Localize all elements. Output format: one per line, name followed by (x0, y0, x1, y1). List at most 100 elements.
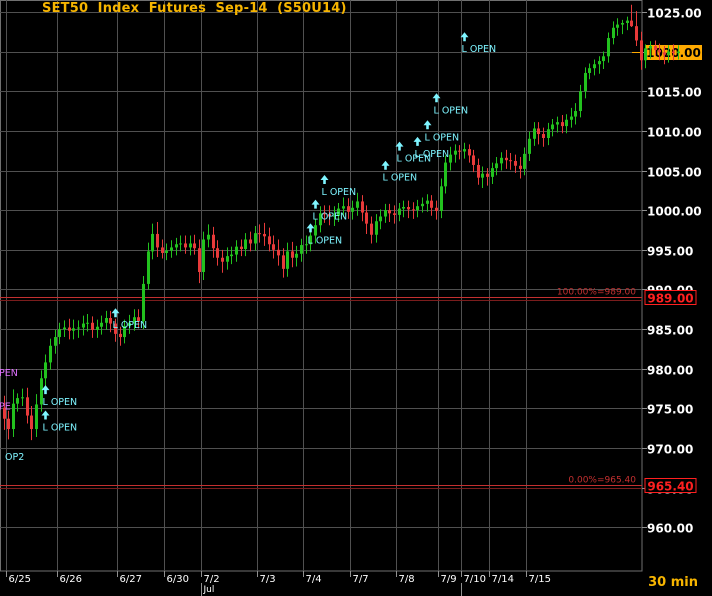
candle-body (193, 243, 196, 249)
long-entry-arrow-icon (306, 223, 315, 233)
candle-body (677, 51, 680, 54)
candle-body (202, 239, 205, 273)
candle-body (579, 91, 582, 112)
candle-body (272, 244, 275, 250)
y-tick-label: 960.00 (647, 522, 693, 536)
candle-body (593, 64, 596, 69)
candle-body (565, 119, 568, 127)
signal-label: L OPEN (313, 212, 348, 223)
candle-body (449, 154, 452, 163)
candle-body (254, 233, 257, 244)
candle-body (249, 239, 252, 244)
candle-body (244, 239, 247, 250)
candle-body (588, 68, 591, 73)
x-tick-label: 7/4 (306, 574, 322, 585)
candle-body (542, 134, 545, 138)
candle-body (156, 233, 159, 248)
candle-body (551, 124, 554, 130)
candle-body (72, 328, 75, 331)
long-entry-arrow-icon (432, 93, 441, 103)
candle-body (314, 225, 317, 236)
y-tick-label: 975.00 (647, 403, 693, 417)
candle-body (570, 116, 573, 120)
long-entry-arrow-icon (41, 410, 50, 420)
timeframe-label[interactable]: 30 min (648, 575, 698, 590)
candle-body (26, 397, 29, 416)
x-tick-label: 7/7 (353, 574, 369, 585)
candle-body (514, 160, 517, 166)
candle-body (472, 155, 475, 165)
fib-level-label: 0.00%=965.40 (568, 476, 636, 486)
candle-body (365, 212, 368, 224)
candle-body (426, 200, 429, 204)
candle-body (435, 207, 438, 211)
candle-body (12, 403, 15, 430)
candle-body (295, 253, 298, 258)
left-edge-label: OP2 (5, 452, 24, 463)
x-tick-label: 7/15 (529, 574, 551, 585)
left-edge-label: PE (0, 401, 11, 412)
candle-body (393, 213, 396, 215)
candle-body (481, 173, 484, 178)
candle-body (16, 398, 19, 404)
x-tick-label: 6/30 (167, 574, 189, 585)
candle-body (54, 337, 57, 346)
candle-body (658, 49, 661, 53)
candle-body (165, 250, 168, 253)
candle-body (119, 333, 122, 338)
candle-body (175, 244, 178, 248)
chart-title: SET50 Index Futures Sep-14 (S50U14) (42, 1, 347, 16)
x-tick-label: 7/3 (260, 574, 276, 585)
x-tick-label: 6/27 (120, 574, 142, 585)
x-tick-label: 7/8 (399, 574, 415, 585)
candle-body (519, 165, 522, 169)
candle-body (440, 186, 443, 211)
candle-body (468, 149, 471, 156)
candle-body (161, 247, 164, 253)
candle-body (561, 122, 564, 127)
long-entry-arrow-icon (320, 174, 329, 184)
candle-body (523, 153, 526, 169)
candle-body (105, 318, 108, 323)
y-tick-label: 995.00 (647, 245, 693, 259)
candle-body (226, 256, 229, 262)
candle-body (91, 322, 94, 330)
candle-body (142, 283, 145, 322)
candle-body (384, 210, 387, 217)
candle-body (207, 234, 210, 240)
candle-body (151, 233, 154, 252)
signal-label: L OPEN (415, 149, 450, 160)
candle-body (300, 245, 303, 254)
candle-body (421, 203, 424, 207)
candle-body (49, 345, 52, 363)
candle-body (388, 210, 391, 214)
candle-body (547, 129, 550, 138)
signal-label: L OPEN (322, 187, 357, 198)
y-tick-label: 1000.00 (647, 205, 702, 219)
candle-body (230, 254, 233, 257)
candle-body (342, 206, 345, 209)
y-tick-label: 1025.00 (647, 7, 702, 21)
candle-body (495, 163, 498, 169)
candle-body (574, 111, 577, 117)
candle-body (263, 233, 266, 237)
left-edge-label: PEN (0, 368, 18, 379)
candle-body (626, 20, 629, 23)
candle-body (644, 48, 647, 61)
candle-body (537, 128, 540, 135)
candle-body (212, 234, 215, 249)
price-chart[interactable]: 6/25 6/26 6/27 6/30 7/2 7/3 7/4 7/7 7/8 7/9 7/10 7/… (0, 0, 712, 596)
signal-label: L OPEN (425, 132, 460, 143)
long-entry-arrow-icon (423, 120, 432, 130)
long-entry-arrow-icon (111, 308, 120, 318)
signal-label: L OPEN (462, 44, 497, 55)
candle-body (68, 327, 71, 331)
candle-body (430, 200, 433, 208)
signal-label: L OPEN (434, 105, 469, 116)
candle-body (100, 322, 103, 327)
candle-body (235, 246, 238, 255)
candle-body (147, 251, 150, 284)
candle-body (598, 61, 601, 65)
long-entry-arrow-icon (311, 199, 320, 209)
candle-body (198, 248, 201, 273)
